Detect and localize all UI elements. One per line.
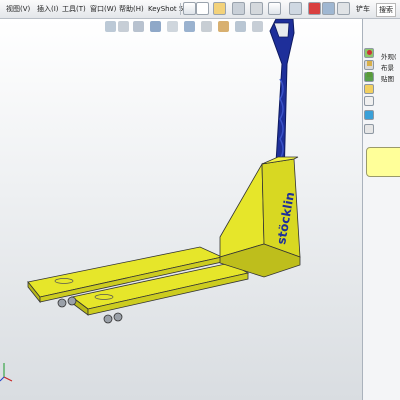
appearances-folder-icon: [367, 50, 372, 55]
menu-tools[interactable]: 工具(T): [62, 3, 86, 15]
menu-insert[interactable]: 插入(I): [37, 3, 59, 15]
decals-folder-icon: [367, 72, 372, 77]
custom-properties-tab-icon[interactable]: [364, 96, 374, 106]
document-title: 铲车: [356, 5, 370, 13]
menu-help[interactable]: 帮助(H): [119, 3, 144, 15]
menu-window[interactable]: 窗口(W): [90, 3, 116, 15]
print-icon[interactable]: [250, 2, 263, 15]
new-document-icon[interactable]: [196, 2, 209, 15]
menu-keyshot[interactable]: KeyShot 5: [148, 3, 183, 15]
notes-tab-icon[interactable]: [364, 124, 374, 134]
tooltip-preview-box: [366, 147, 400, 177]
pallet-truck-body: stöcklin: [219, 156, 301, 278]
menu-view[interactable]: 视图(V): [6, 3, 30, 15]
undo-icon[interactable]: [268, 2, 281, 15]
rebuild-icon[interactable]: [308, 2, 321, 15]
tree-item-scenes[interactable]: 布景: [381, 62, 394, 72]
tree-item-decals[interactable]: 贴图: [381, 73, 394, 83]
pin-icon[interactable]: [183, 2, 196, 15]
appearances-scenes-tab-icon[interactable]: [364, 110, 374, 120]
view-palette-tab-icon[interactable]: [364, 84, 374, 94]
save-icon[interactable]: [232, 2, 245, 15]
toolbar-separator: [180, 3, 181, 15]
open-folder-icon[interactable]: [213, 2, 226, 15]
tree-item-appearances[interactable]: 外观(: [381, 51, 397, 61]
pallet-truck-model: stöcklin: [0, 19, 301, 382]
select-arrow-icon[interactable]: [289, 2, 302, 15]
menu-bar: 视图(V) 插入(I) 工具(T) 窗口(W) 帮助(H) KeyShot 5 …: [0, 0, 400, 19]
file-properties-icon[interactable]: [322, 2, 335, 15]
pallet-truck-handle: [269, 19, 295, 180]
scenes-folder-icon: [367, 61, 372, 66]
coordinate-triad-icon: [0, 363, 13, 382]
search-field[interactable]: 搜索: [376, 3, 396, 17]
graphics-viewport[interactable]: stöcklin: [0, 19, 362, 400]
options-icon[interactable]: [337, 2, 350, 15]
